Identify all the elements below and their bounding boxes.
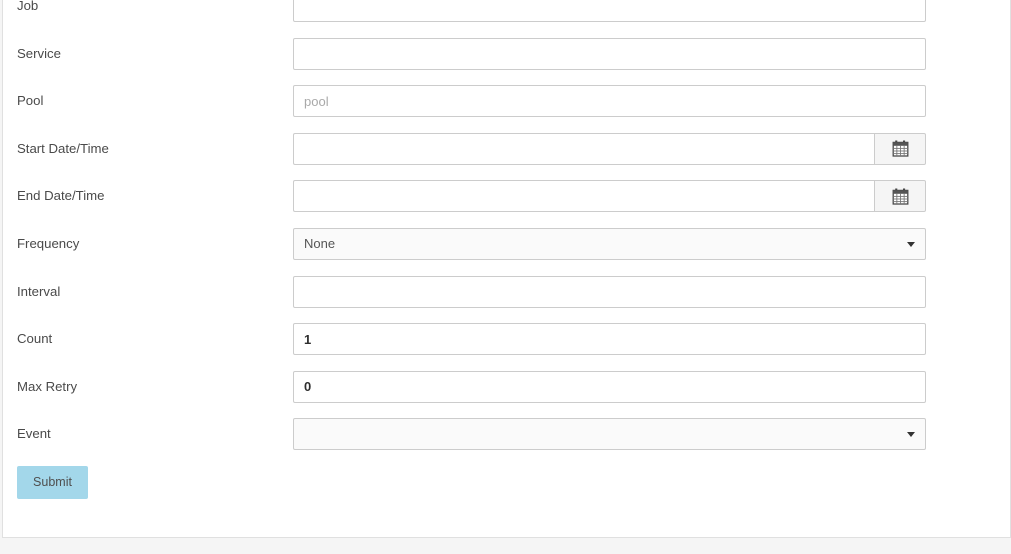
scheduler-form: Job Service Pool Start Date/Time End Date/Ti… — [3, 0, 1010, 526]
control-interval — [293, 275, 926, 308]
start-date-time-calendar-button[interactable] — [874, 132, 926, 165]
form-row-event: Event — [3, 418, 1010, 466]
label-job: Job — [17, 0, 39, 13]
label-start-date-time: Start Date/Time — [17, 140, 109, 156]
form-row-frequency: Frequency None — [3, 227, 1010, 276]
control-service — [293, 37, 926, 70]
form-row-interval: Interval — [3, 275, 1010, 324]
control-max-retry — [293, 370, 926, 403]
label-max-retry: Max Retry — [17, 378, 78, 394]
form-row-service: Service — [3, 37, 1010, 86]
frequency-select[interactable]: None — [293, 227, 926, 260]
submit-row: Submit — [3, 465, 1010, 526]
label-service: Service — [17, 45, 61, 61]
control-event — [293, 418, 926, 451]
label-pool: Pool — [17, 93, 44, 109]
submit-button[interactable]: Submit — [17, 465, 88, 499]
control-count — [293, 323, 926, 356]
control-start-date-time — [293, 132, 926, 165]
interval-input[interactable] — [293, 275, 926, 308]
form-row-max-retry: Max Retry — [3, 370, 1010, 419]
control-pool — [293, 85, 926, 118]
frequency-select-wrap: None — [293, 227, 926, 260]
end-date-time-calendar-button[interactable] — [874, 180, 926, 213]
form-panel: Job Service Pool Start Date/Time End Date/Ti… — [2, 0, 1011, 538]
label-end-date-time: End Date/Time — [17, 188, 105, 204]
start-date-time-input[interactable] — [293, 132, 874, 165]
form-row-pool: Pool — [3, 85, 1010, 133]
control-end-date-time — [293, 180, 926, 213]
label-interval: Interval — [17, 283, 61, 299]
pool-input[interactable] — [293, 85, 926, 118]
control-frequency: None — [293, 227, 926, 260]
start-date-time-group — [293, 132, 926, 165]
form-row-job: Job — [3, 0, 1010, 38]
end-date-time-input[interactable] — [293, 180, 874, 213]
label-frequency: Frequency — [17, 235, 80, 251]
form-row-count: Count — [3, 323, 1010, 371]
job-input[interactable] — [293, 0, 926, 22]
form-row-end-date-time: End Date/Time — [3, 180, 1010, 228]
label-count: Count — [17, 331, 53, 347]
calendar-icon — [892, 188, 908, 205]
max-retry-input[interactable] — [293, 370, 926, 403]
control-job — [293, 0, 926, 22]
form-row-start-date-time: Start Date/Time — [3, 132, 1010, 181]
count-input[interactable] — [293, 323, 926, 356]
service-input[interactable] — [293, 37, 926, 70]
calendar-icon — [892, 140, 908, 157]
label-event: Event — [17, 426, 51, 442]
event-select[interactable] — [293, 418, 926, 451]
event-select-wrap — [293, 418, 926, 451]
end-date-time-group — [293, 180, 926, 213]
